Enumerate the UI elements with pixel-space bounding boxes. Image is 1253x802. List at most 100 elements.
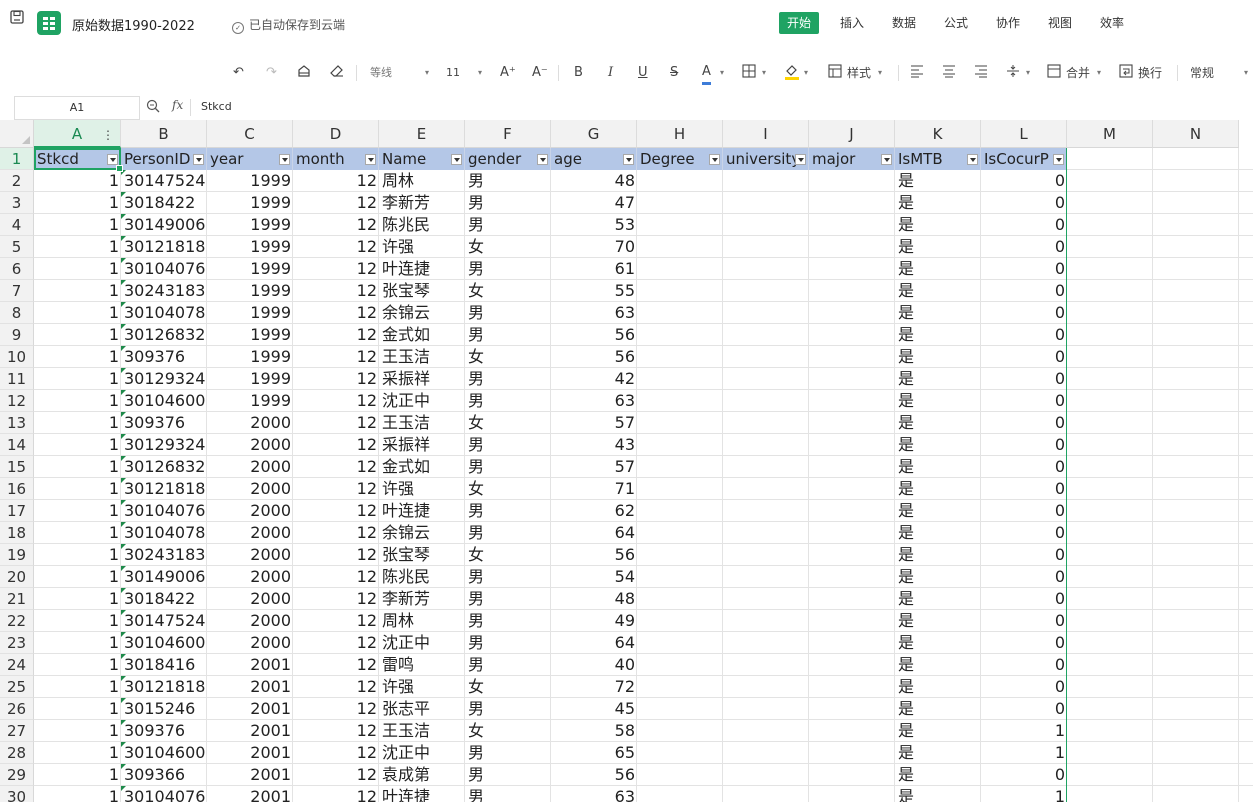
table-cell[interactable]: 47	[551, 192, 637, 214]
table-cell[interactable]: 李新芳	[379, 192, 465, 214]
table-cell[interactable]: 12	[293, 456, 379, 478]
table-cell[interactable]: 女	[465, 478, 551, 500]
table-cell[interactable]: 0	[981, 236, 1067, 258]
row-header[interactable]: 7	[0, 280, 34, 302]
table-cell[interactable]: 男	[465, 742, 551, 764]
column-menu-icon[interactable]: ⋮	[102, 121, 114, 149]
table-cell[interactable]: 1	[34, 478, 121, 500]
table-cell[interactable]: 是	[895, 632, 981, 654]
table-cell[interactable]: 30129324	[121, 434, 207, 456]
merge-button[interactable]: 合并	[1066, 64, 1090, 82]
column-header[interactable]: I	[723, 120, 809, 148]
table-cell[interactable]: 男	[465, 632, 551, 654]
filter-dropdown-icon[interactable]	[709, 154, 720, 165]
table-cell[interactable]: 1	[34, 258, 121, 280]
row-header[interactable]: 24	[0, 654, 34, 676]
cell-style-icon[interactable]	[828, 64, 842, 82]
table-cell[interactable]: 1	[34, 390, 121, 412]
table-cell[interactable]: 43	[551, 434, 637, 456]
table-cell[interactable]: 是	[895, 434, 981, 456]
table-cell[interactable]: 2000	[207, 632, 293, 654]
row-header[interactable]: 19	[0, 544, 34, 566]
column-header[interactable]: B	[121, 120, 207, 148]
table-cell[interactable]: 48	[551, 588, 637, 610]
table-cell[interactable]: 12	[293, 632, 379, 654]
table-cell[interactable]: 1	[34, 456, 121, 478]
table-cell[interactable]: 李新芳	[379, 588, 465, 610]
undo-icon[interactable]: ↶	[233, 64, 244, 82]
table-cell[interactable]: 12	[293, 654, 379, 676]
table-cell[interactable]: 30126832	[121, 456, 207, 478]
table-cell[interactable]: 0	[981, 192, 1067, 214]
cell-style-chevron-icon[interactable]: ▾	[878, 68, 882, 77]
border-chevron-icon[interactable]: ▾	[762, 68, 766, 77]
cell-style-button[interactable]: 样式	[847, 64, 871, 82]
table-cell[interactable]: 12	[293, 522, 379, 544]
row-header[interactable]: 14	[0, 434, 34, 456]
table-cell[interactable]: 女	[465, 280, 551, 302]
table-cell[interactable]: 1	[34, 764, 121, 786]
table-cell[interactable]: 53	[551, 214, 637, 236]
table-header-cell[interactable]: university	[723, 148, 809, 170]
table-cell[interactable]: 2001	[207, 786, 293, 802]
table-cell[interactable]: 30147524	[121, 610, 207, 632]
menu-tab[interactable]: 数据	[884, 12, 924, 34]
function-icon[interactable]: fx	[172, 98, 183, 112]
row-header[interactable]: 21	[0, 588, 34, 610]
table-cell[interactable]: 男	[465, 434, 551, 456]
table-cell[interactable]: 12	[293, 192, 379, 214]
border-icon[interactable]	[742, 64, 756, 82]
column-header[interactable]: M	[1067, 120, 1153, 148]
redo-icon[interactable]: ↷	[266, 64, 277, 82]
table-cell[interactable]: 309376	[121, 720, 207, 742]
table-cell[interactable]: 0	[981, 566, 1067, 588]
table-cell[interactable]: 30104078	[121, 302, 207, 324]
table-cell[interactable]: 12	[293, 500, 379, 522]
table-cell[interactable]: 1	[34, 346, 121, 368]
wrap-text-button[interactable]: 换行	[1138, 64, 1162, 82]
table-cell[interactable]: 2000	[207, 500, 293, 522]
table-cell[interactable]: 12	[293, 214, 379, 236]
table-cell[interactable]: 1	[34, 742, 121, 764]
save-icon[interactable]	[6, 8, 28, 30]
table-cell[interactable]: 是	[895, 346, 981, 368]
table-cell[interactable]: 2000	[207, 456, 293, 478]
table-cell[interactable]: 63	[551, 390, 637, 412]
table-cell[interactable]: 12	[293, 720, 379, 742]
table-cell[interactable]: 12	[293, 346, 379, 368]
table-cell[interactable]: 61	[551, 258, 637, 280]
table-cell[interactable]: 2000	[207, 544, 293, 566]
table-cell[interactable]: 55	[551, 280, 637, 302]
table-cell[interactable]: 30121818	[121, 478, 207, 500]
table-cell[interactable]: 是	[895, 522, 981, 544]
table-cell[interactable]: 30129324	[121, 368, 207, 390]
table-cell[interactable]: 1	[34, 632, 121, 654]
table-cell[interactable]: 48	[551, 170, 637, 192]
table-cell[interactable]: 12	[293, 302, 379, 324]
table-cell[interactable]: 56	[551, 764, 637, 786]
table-cell[interactable]: 是	[895, 412, 981, 434]
row-header[interactable]: 15	[0, 456, 34, 478]
table-cell[interactable]: 3018416	[121, 654, 207, 676]
table-cell[interactable]: 陈兆民	[379, 566, 465, 588]
document-title[interactable]: 原始数据1990-2022	[72, 15, 195, 34]
bold-button[interactable]: B	[574, 64, 583, 82]
table-cell[interactable]: 1	[34, 654, 121, 676]
row-header[interactable]: 29	[0, 764, 34, 786]
row-header[interactable]: 18	[0, 522, 34, 544]
increase-font-button[interactable]: A⁺	[500, 64, 516, 82]
table-cell[interactable]: 1	[34, 610, 121, 632]
table-cell[interactable]: 1999	[207, 258, 293, 280]
table-cell[interactable]: 2001	[207, 676, 293, 698]
table-cell[interactable]: 0	[981, 412, 1067, 434]
table-cell[interactable]: 沈正中	[379, 390, 465, 412]
table-cell[interactable]: 男	[465, 786, 551, 802]
table-cell[interactable]: 0	[981, 500, 1067, 522]
table-cell[interactable]: 0	[981, 544, 1067, 566]
table-cell[interactable]: 2001	[207, 654, 293, 676]
table-cell[interactable]: 女	[465, 236, 551, 258]
table-cell[interactable]: 30104076	[121, 500, 207, 522]
table-cell[interactable]: 2000	[207, 522, 293, 544]
row-header[interactable]: 8	[0, 302, 34, 324]
table-cell[interactable]: 周林	[379, 610, 465, 632]
